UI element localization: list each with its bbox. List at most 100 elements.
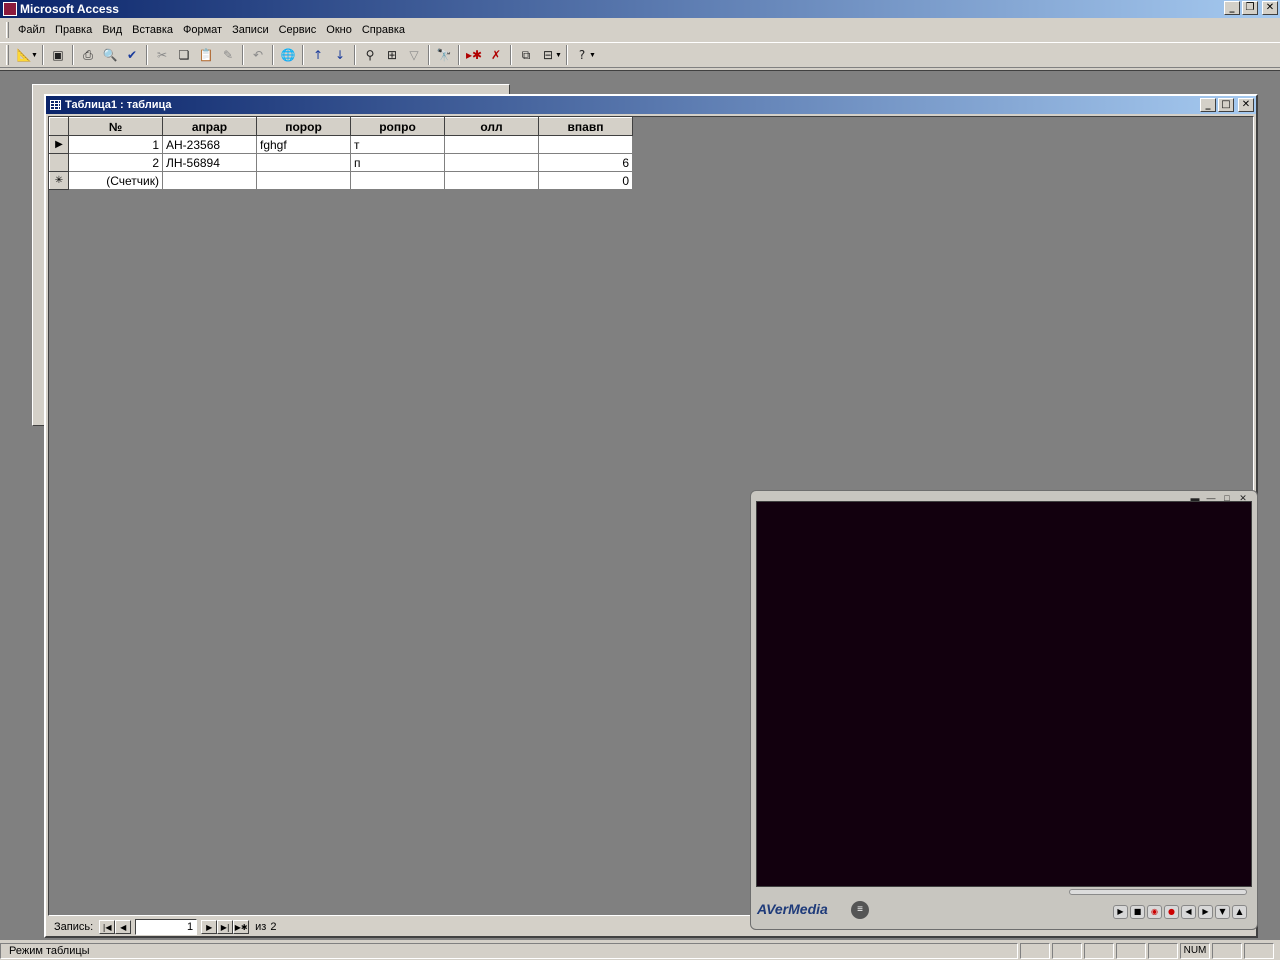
format-painter-icon[interactable]: ✎ bbox=[217, 44, 239, 66]
toolbar-separator bbox=[242, 45, 244, 65]
select-all-corner[interactable] bbox=[49, 117, 69, 136]
menu-format[interactable]: Формат bbox=[178, 21, 227, 39]
toolbar-separator bbox=[566, 45, 568, 65]
last-record-icon[interactable]: ▶| bbox=[217, 920, 234, 934]
filter-by-selection-icon[interactable]: ⚲ bbox=[359, 44, 381, 66]
table-cell[interactable]: АН-23568 bbox=[162, 135, 257, 154]
first-record-icon[interactable]: |◀ bbox=[99, 920, 116, 934]
toolbar-separator bbox=[72, 45, 74, 65]
channel-up-icon[interactable]: ▶ bbox=[1198, 905, 1213, 919]
chevron-down-icon[interactable]: ▼ bbox=[31, 52, 39, 59]
current-record-input[interactable]: 1 bbox=[135, 919, 198, 935]
table-cell[interactable]: 1 bbox=[68, 135, 163, 154]
table-cell[interactable] bbox=[444, 153, 539, 172]
table-window-titlebar[interactable]: Таблица1 : таблица _ □ ✕ bbox=[46, 96, 1256, 114]
column-header[interactable]: порор bbox=[256, 117, 351, 136]
sort-ascending-icon[interactable]: ↑ bbox=[307, 44, 329, 66]
record-selector[interactable] bbox=[49, 153, 69, 172]
status-bar: Режим таблицы NUM bbox=[0, 942, 1280, 960]
minimize-icon[interactable]: _ bbox=[1200, 98, 1216, 112]
seek-bar[interactable] bbox=[1069, 889, 1247, 895]
minimize-icon[interactable]: _ bbox=[1224, 1, 1240, 15]
volume-down-icon[interactable]: ▼ bbox=[1215, 905, 1230, 919]
column-header[interactable]: олл bbox=[444, 117, 539, 136]
table-cell[interactable] bbox=[444, 171, 539, 190]
table-cell[interactable]: т bbox=[350, 135, 445, 154]
column-header[interactable]: ропро bbox=[350, 117, 445, 136]
find-icon[interactable]: 🔭 bbox=[433, 44, 455, 66]
table-cell[interactable]: ЛН-56894 bbox=[162, 153, 257, 172]
table-cell[interactable]: 2 bbox=[68, 153, 163, 172]
new-record-icon[interactable]: ▸✱ bbox=[463, 44, 485, 66]
menu-grip[interactable] bbox=[6, 22, 9, 38]
menu-view[interactable]: Вид bbox=[97, 21, 127, 39]
apply-filter-icon[interactable]: ▽ bbox=[403, 44, 425, 66]
table-cell[interactable]: 6 bbox=[538, 153, 633, 172]
table-cell[interactable]: п bbox=[350, 153, 445, 172]
toolbar-separator bbox=[272, 45, 274, 65]
previous-record-icon[interactable]: ◀ bbox=[115, 920, 132, 934]
access-key-icon bbox=[3, 2, 17, 16]
toolbar: 📐 ▼ ▣ ⎙ 🔍 ✔ ✂ ❏ 📋 ✎ ↶ 🌐 ↑ ↓ ⚲ ⊞ ▽ 🔭 ▸✱ ✗… bbox=[0, 42, 1280, 68]
menu-tools[interactable]: Сервис bbox=[274, 21, 322, 39]
print-icon[interactable]: ⎙ bbox=[77, 44, 99, 66]
maximize-icon[interactable]: □ bbox=[1218, 98, 1234, 112]
close-icon[interactable]: ✕ bbox=[1262, 1, 1278, 15]
sort-descending-icon[interactable]: ↓ bbox=[329, 44, 351, 66]
database-window-icon[interactable]: ⧉ bbox=[515, 44, 537, 66]
menu-bar: Файл Правка Вид Вставка Формат Записи Се… bbox=[0, 20, 1280, 40]
column-header[interactable]: впавп bbox=[538, 117, 633, 136]
channel-down-icon[interactable]: ◀ bbox=[1181, 905, 1196, 919]
table-cell[interactable] bbox=[256, 171, 351, 190]
menu-file[interactable]: Файл bbox=[13, 21, 50, 39]
spelling-icon[interactable]: ✔ bbox=[121, 44, 143, 66]
column-header[interactable]: апрар bbox=[162, 117, 257, 136]
hyperlink-icon[interactable]: 🌐 bbox=[277, 44, 299, 66]
new-record-icon[interactable]: ✳ bbox=[49, 171, 69, 190]
video-screen[interactable] bbox=[756, 501, 1252, 887]
table-cell[interactable] bbox=[162, 171, 257, 190]
table-cell[interactable] bbox=[444, 135, 539, 154]
restore-icon[interactable]: ❐ bbox=[1242, 1, 1258, 15]
volume-up-icon[interactable]: ▲ bbox=[1232, 905, 1247, 919]
table-cell[interactable]: (Счетчик) bbox=[68, 171, 163, 190]
record-selector-current-icon[interactable]: ▶ bbox=[49, 135, 69, 154]
print-preview-icon[interactable]: 🔍 bbox=[99, 44, 121, 66]
column-header[interactable]: № bbox=[68, 117, 163, 136]
table-icon bbox=[50, 100, 61, 110]
menu-window[interactable]: Окно bbox=[321, 21, 357, 39]
copy-icon[interactable]: ❏ bbox=[173, 44, 195, 66]
menu-records[interactable]: Записи bbox=[227, 21, 274, 39]
next-record-icon[interactable]: ▶ bbox=[201, 920, 218, 934]
table-cell[interactable] bbox=[256, 153, 351, 172]
toolbar-separator bbox=[42, 45, 44, 65]
menu-help[interactable]: Справка bbox=[357, 21, 410, 39]
undo-icon[interactable]: ↶ bbox=[247, 44, 269, 66]
table-cell[interactable]: 0 bbox=[538, 171, 633, 190]
toolbar-grip[interactable] bbox=[6, 45, 9, 65]
record-icon[interactable]: ● bbox=[1164, 905, 1179, 919]
save-icon[interactable]: ▣ bbox=[47, 44, 69, 66]
play-icon[interactable]: ▶ bbox=[1113, 905, 1128, 919]
menu-edit[interactable]: Правка bbox=[50, 21, 97, 39]
new-record-nav-icon[interactable]: ▶✱ bbox=[233, 920, 250, 934]
menu-icon[interactable]: ≡ bbox=[851, 901, 869, 919]
paste-icon[interactable]: 📋 bbox=[195, 44, 217, 66]
filter-by-form-icon[interactable]: ⊞ bbox=[381, 44, 403, 66]
stop-icon[interactable]: ■ bbox=[1130, 905, 1145, 919]
table-cell[interactable] bbox=[350, 171, 445, 190]
table-row: ▶ 1 АН-23568 fghgf т bbox=[49, 135, 633, 154]
status-indicator bbox=[1020, 943, 1050, 959]
snapshot-icon[interactable]: ◉ bbox=[1147, 905, 1162, 919]
table-cell[interactable] bbox=[538, 135, 633, 154]
cut-icon[interactable]: ✂ bbox=[151, 44, 173, 66]
menu-insert[interactable]: Вставка bbox=[127, 21, 178, 39]
table-cell[interactable]: fghgf bbox=[256, 135, 351, 154]
chevron-down-icon[interactable]: ▼ bbox=[589, 52, 597, 59]
chevron-down-icon[interactable]: ▼ bbox=[555, 52, 563, 59]
toolbar-separator bbox=[354, 45, 356, 65]
status-indicator bbox=[1052, 943, 1082, 959]
close-icon[interactable]: ✕ bbox=[1238, 98, 1254, 112]
datasheet-table: № апрар порор ропро олл впавп ▶ 1 АН-235… bbox=[49, 117, 633, 190]
delete-record-icon[interactable]: ✗ bbox=[485, 44, 507, 66]
